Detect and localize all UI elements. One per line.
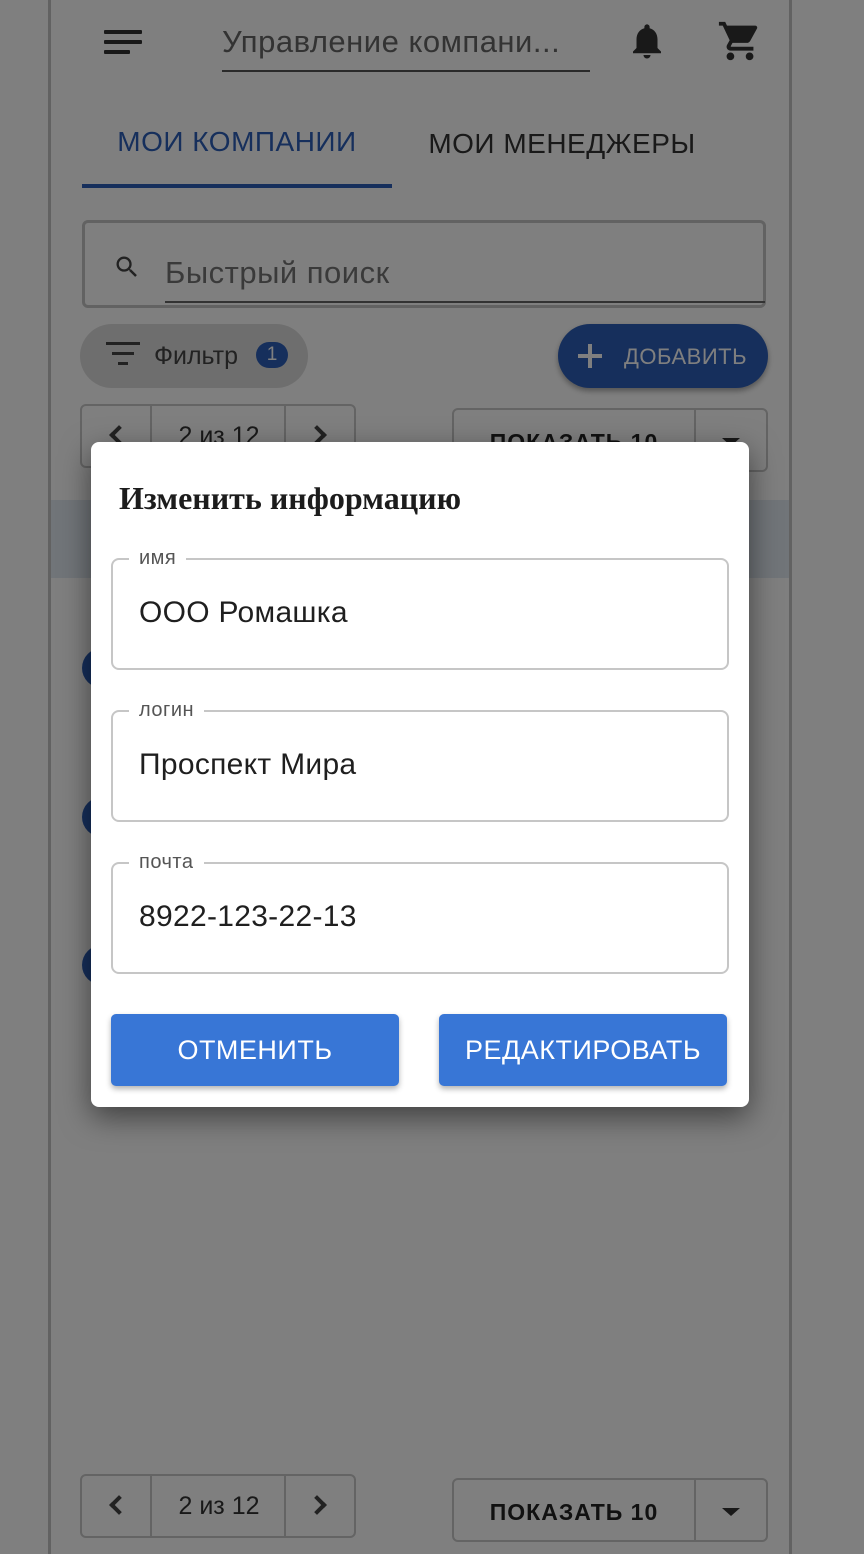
name-field-value[interactable]: ООО Ромашка — [139, 596, 348, 630]
email-field-label: почта — [129, 850, 204, 874]
email-field-value[interactable]: 8922-123-22-13 — [139, 900, 357, 934]
edit-button[interactable]: РЕДАКТИРОВАТЬ — [439, 1014, 727, 1086]
edit-info-dialog: Изменить информацию имя ООО Ромашка логи… — [91, 442, 749, 1107]
dialog-title: Изменить информацию — [119, 480, 462, 516]
name-field[interactable]: имя ООО Ромашка — [111, 546, 729, 670]
login-field[interactable]: логин Проспект Мира — [111, 698, 729, 822]
email-field[interactable]: почта 8922-123-22-13 — [111, 850, 729, 974]
login-field-label: логин — [129, 698, 205, 722]
name-field-label: имя — [129, 546, 187, 570]
login-field-value[interactable]: Проспект Мира — [139, 748, 356, 782]
cancel-button[interactable]: ОТМЕНИТЬ — [111, 1014, 399, 1086]
